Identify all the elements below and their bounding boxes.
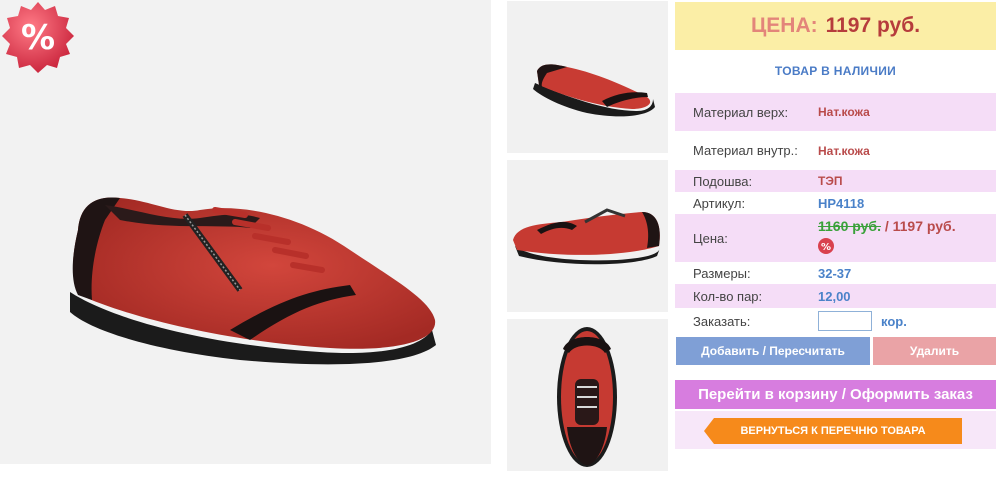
spec-value: ТЭП — [818, 174, 843, 188]
spec-key: Материал верх: — [693, 104, 789, 120]
thumbnail-top-view[interactable] — [507, 319, 668, 471]
spec-key: Кол-во пар: — [693, 288, 763, 304]
main-product-photo: % — [0, 0, 491, 464]
spec-row-material-top: Материал верх: Нат.кожа — [675, 93, 996, 131]
new-price: 1197 руб. — [892, 218, 956, 234]
spec-value: НР4118 — [818, 195, 865, 211]
spec-value: 32-37 — [818, 265, 852, 281]
spec-row-sizes: Размеры: 32-37 — [675, 262, 996, 284]
price-label: ЦЕНА: — [750, 14, 818, 37]
spec-row-pairs: Кол-во пар: 12,00 — [675, 284, 996, 308]
delete-button[interactable]: Удалить — [873, 337, 996, 365]
spec-row-order: Заказать: кор. — [675, 308, 996, 334]
old-price: 1160 руб. — [818, 218, 881, 234]
spec-value: Нат.кожа — [818, 105, 870, 119]
percent-mini-badge-icon: % — [818, 238, 834, 254]
thumbnail-inner-side-view[interactable] — [507, 160, 668, 312]
back-to-list-button[interactable]: ВЕРНУТЬСЯ К ПЕРЕЧНЮ ТОВАРА — [704, 418, 962, 444]
spec-value: Нат.кожа — [818, 143, 870, 158]
price-separator: / — [880, 218, 893, 234]
order-unit: кор. — [881, 313, 907, 329]
spec-row-price: Цена: 1160 руб. / 1197 руб. % — [675, 214, 996, 262]
spec-key: Размеры: — [693, 265, 751, 281]
price-header: ЦЕНА: 1197 руб. — [675, 2, 996, 50]
spec-row-sole: Подошва: ТЭП — [675, 170, 996, 192]
thumbnail-side-view[interactable] — [507, 1, 668, 153]
spec-key: Материал внутр.: — [693, 143, 798, 158]
spec-key: Заказать: — [693, 313, 751, 329]
spec-value: 12,00 — [818, 288, 851, 304]
spec-key: Подошва: — [693, 173, 753, 189]
percent-sale-badge-icon: % — [2, 2, 74, 73]
spec-key: Артикул: — [693, 195, 746, 211]
order-quantity-input[interactable] — [818, 311, 872, 331]
badge-symbol: % — [21, 18, 55, 58]
add-recalculate-button[interactable]: Добавить / Пересчитать — [676, 337, 870, 365]
spec-row-article: Артикул: НР4118 — [675, 192, 996, 214]
spec-key: Цена: — [693, 230, 728, 246]
price-value: 1197 руб. — [825, 14, 921, 37]
go-to-cart-button[interactable]: Перейти в корзину / Оформить заказ — [675, 380, 996, 409]
svg-text:%: % — [821, 242, 831, 253]
spec-row-material-inner: Материал внутр.: Нат.кожа — [675, 131, 996, 170]
stock-status: ТОВАР В НАЛИЧИИ — [774, 64, 897, 78]
